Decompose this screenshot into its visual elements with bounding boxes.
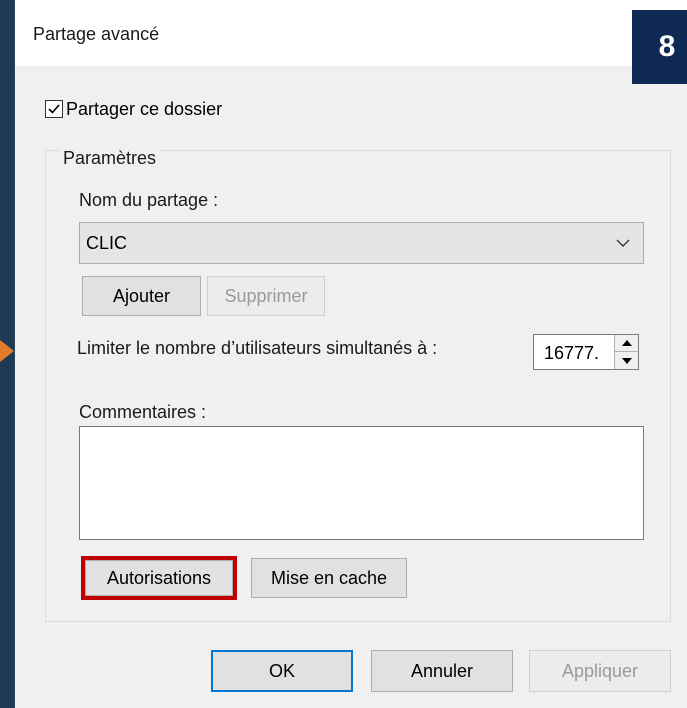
remove-button[interactable]: Supprimer	[207, 276, 325, 316]
user-limit-label: Limiter le nombre d’utilisateurs simulta…	[77, 338, 438, 358]
cancel-button[interactable]: Annuler	[371, 650, 513, 692]
share-name-dropdown[interactable]: CLIC	[79, 222, 644, 264]
add-button[interactable]: Ajouter	[82, 276, 201, 316]
step-badge: 8	[632, 10, 687, 84]
user-limit-value: 16777.	[544, 343, 600, 363]
window-title: Partage avancé	[33, 24, 160, 44]
spin-up-icon[interactable]	[615, 335, 638, 352]
spin-down-icon[interactable]	[615, 352, 638, 369]
share-name-label: Nom du partage :	[79, 190, 219, 210]
share-folder-label: Partager ce dossier	[66, 98, 223, 119]
apply-button[interactable]: Appliquer	[529, 650, 671, 692]
title-bar[interactable]: Partage avancé	[15, 0, 687, 66]
advanced-sharing-dialog: Partage avancé Partager ce dossier Param…	[14, 0, 687, 708]
caching-button[interactable]: Mise en cache	[251, 558, 407, 598]
permissions-highlight-box	[81, 556, 237, 600]
settings-group	[45, 150, 671, 622]
share-folder-checkbox[interactable]: Partager ce dossier	[45, 96, 222, 122]
settings-legend: Paramètres	[59, 148, 161, 169]
comments-label: Commentaires :	[79, 402, 207, 422]
callout-arrow-icon	[0, 340, 14, 362]
checkmark-icon[interactable]	[45, 100, 63, 118]
chevron-down-icon	[616, 239, 630, 247]
user-limit-spinner[interactable]: 16777.	[533, 334, 639, 370]
comments-textarea[interactable]	[79, 426, 644, 540]
spinner-arrows[interactable]	[614, 335, 638, 369]
ok-button[interactable]: OK	[211, 650, 353, 692]
share-name-value: CLIC	[86, 232, 128, 253]
